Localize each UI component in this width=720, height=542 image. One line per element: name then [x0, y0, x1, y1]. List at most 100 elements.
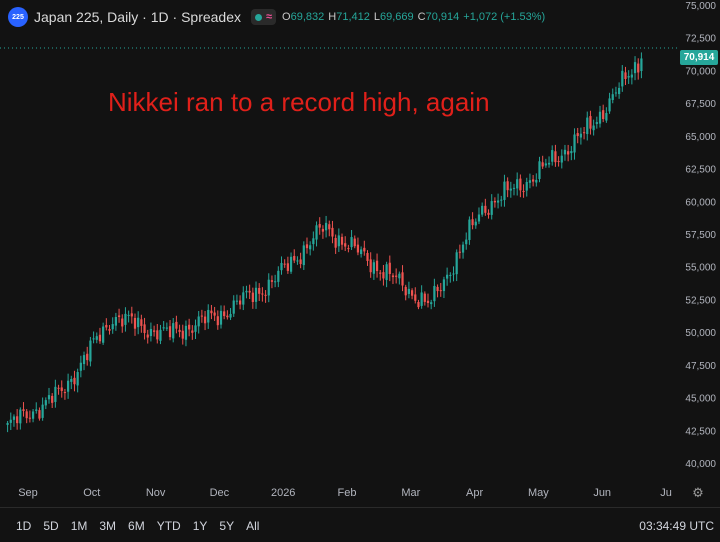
candle-body	[490, 201, 493, 215]
candle-body	[165, 327, 168, 329]
y-tick-label: 60,000	[685, 197, 716, 208]
candle-body	[617, 87, 621, 95]
range-button-1y[interactable]: 1Y	[193, 519, 208, 533]
candle-body	[414, 294, 417, 301]
candle-body	[312, 238, 315, 245]
range-button-ytd[interactable]: YTD	[157, 519, 181, 533]
candle-body	[388, 262, 391, 274]
range-button-3m[interactable]: 3M	[99, 519, 116, 533]
candle-body	[608, 98, 611, 112]
candle-body	[544, 163, 547, 166]
clock[interactable]: 03:34:49 UTC	[639, 519, 714, 533]
candle-body	[207, 309, 210, 323]
candle-body	[156, 330, 159, 340]
candle-body	[270, 280, 274, 282]
candle-body	[398, 273, 401, 279]
candle-body	[175, 321, 178, 329]
status-pill[interactable]: ≈	[251, 9, 277, 25]
chart-title[interactable]: Japan 225, Daily · 1D · Spreadex	[34, 9, 241, 25]
y-tick-label: 57,500	[685, 230, 716, 241]
candle-body	[356, 244, 360, 253]
ohlc-values: O69,832 H71,412 L69,669 C70,914 +1,072 (…	[282, 11, 545, 23]
candle-body	[137, 317, 140, 328]
candle-body	[519, 178, 522, 191]
candle-body	[614, 92, 618, 94]
live-status-icon	[255, 13, 262, 21]
range-button-all[interactable]: All	[246, 519, 259, 533]
candle-body	[461, 244, 465, 253]
candle-body	[379, 272, 382, 274]
candle-body	[51, 395, 54, 403]
candle-body	[76, 372, 79, 386]
candle-body	[522, 191, 525, 193]
range-button-1m[interactable]: 1M	[71, 519, 88, 533]
candle-body	[184, 325, 188, 340]
candle-body	[465, 239, 468, 245]
candle-body	[223, 311, 226, 317]
candle-body	[395, 275, 398, 277]
candle-body	[305, 244, 309, 249]
candle-body	[471, 219, 474, 226]
candle-body	[114, 317, 117, 326]
candle-body	[213, 312, 216, 316]
candle-body	[35, 409, 38, 411]
candle-body	[66, 380, 70, 392]
y-axis: 40,000 42,500 45,000 47,500 50,000 52,500 55,0…	[685, 1, 716, 470]
candle-body	[318, 224, 321, 228]
candle-body	[573, 134, 576, 153]
price-chart[interactable]: 40,000 42,500 45,000 47,500 50,000 52,500 55,0…	[0, 0, 720, 541]
candle-body	[172, 323, 175, 339]
candle-body	[254, 287, 258, 302]
candle-body	[468, 219, 471, 240]
candle-body	[277, 270, 280, 282]
candle-body	[506, 181, 509, 191]
chart-header: 225 Japan 225, Daily · 1D · Spreadex ≈ O…	[8, 6, 545, 28]
candle-body	[149, 328, 153, 337]
wave-icon: ≈	[266, 11, 273, 23]
candle-body	[140, 319, 143, 326]
candle-body	[449, 274, 452, 276]
candle-body	[640, 58, 643, 72]
y-tick-label: 50,000	[685, 328, 716, 339]
symbol-badge[interactable]: 225	[8, 7, 28, 27]
candle-body	[191, 330, 194, 333]
candle-body	[633, 62, 637, 74]
candle-body	[197, 316, 200, 327]
candle-body	[554, 151, 557, 163]
range-button-1d[interactable]: 1D	[16, 519, 31, 533]
candle-body	[579, 133, 583, 138]
gear-icon[interactable]: ⚙	[690, 485, 706, 501]
range-button-5d[interactable]: 5D	[43, 519, 58, 533]
candle-body	[302, 245, 305, 266]
y-tick-label: 75,000	[685, 1, 716, 12]
candle-body	[86, 353, 89, 361]
candle-body	[481, 205, 484, 215]
x-tick-label: Ju	[660, 487, 672, 499]
candle-body	[420, 292, 423, 306]
x-tick-label: 2026	[271, 487, 295, 499]
range-button-5y[interactable]: 5Y	[219, 519, 234, 533]
candle-body	[124, 313, 127, 325]
candle-body	[309, 245, 312, 250]
range-button-6m[interactable]: 6M	[128, 519, 145, 533]
ohlc-open: O69,832	[282, 11, 325, 23]
candle-body	[28, 417, 32, 419]
candle-body	[235, 300, 239, 302]
candle-body	[535, 179, 538, 183]
candle-body	[41, 404, 44, 418]
candle-body	[274, 281, 277, 283]
candle-body	[216, 316, 219, 326]
candle-body	[595, 122, 598, 124]
candle-body	[315, 225, 318, 240]
candle-body	[251, 292, 254, 302]
candle-body	[321, 228, 325, 232]
candle-body	[283, 263, 286, 265]
candle-body	[203, 316, 207, 324]
candle-body	[404, 286, 407, 296]
x-tick-label: Feb	[338, 487, 357, 499]
x-tick-label: Apr	[466, 487, 483, 499]
candle-body	[598, 111, 602, 124]
candle-body	[152, 330, 156, 332]
candle-body	[340, 236, 344, 245]
candle-body	[9, 419, 12, 423]
